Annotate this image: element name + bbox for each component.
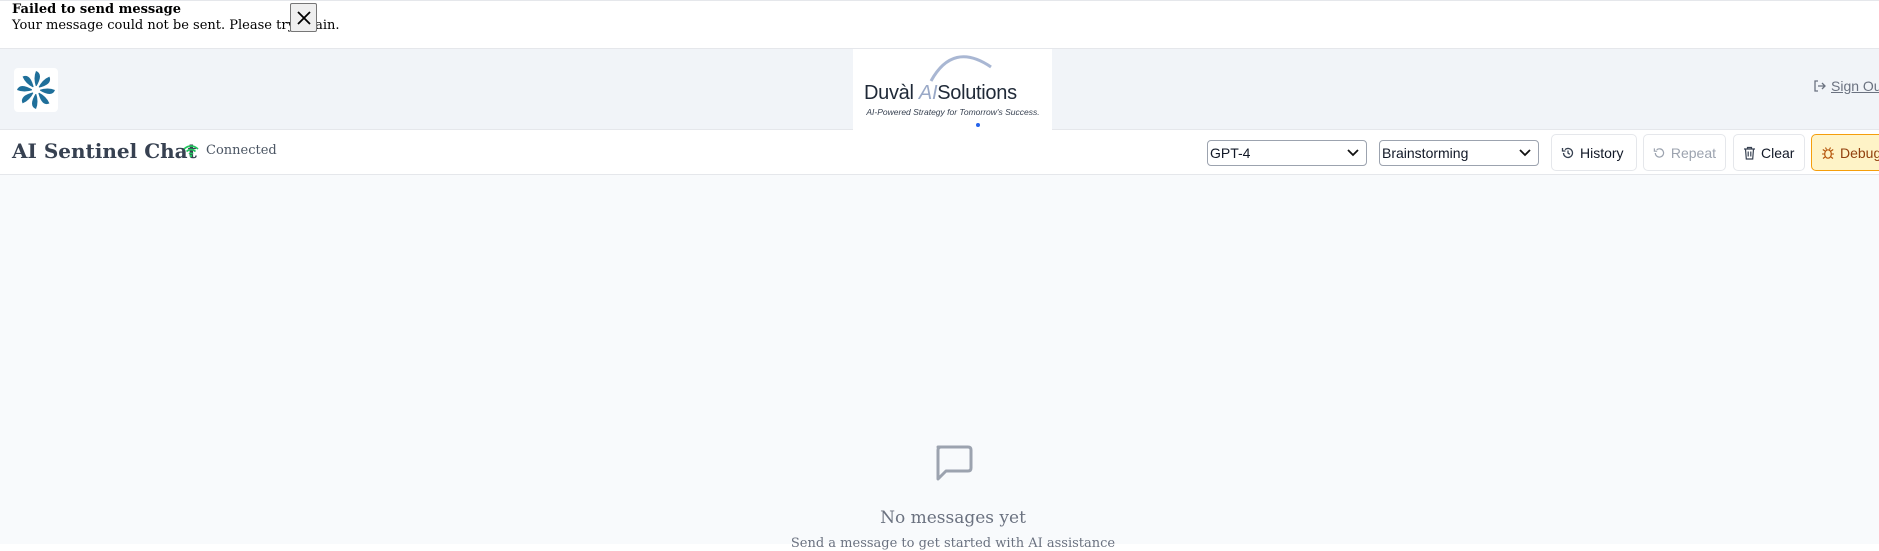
wifi-icon — [183, 144, 199, 157]
brand-tagline: AI-Powered Strategy for Tomorrow's Succe… — [866, 107, 1040, 117]
error-toast: Failed to send message Your message coul… — [0, 0, 1879, 49]
app-logo[interactable] — [14, 68, 58, 112]
chevron-down-icon — [1347, 149, 1359, 157]
debug-button[interactable]: Debug — [1811, 134, 1879, 171]
mode-select-value: Brainstorming — [1382, 145, 1469, 161]
empty-state-title: No messages yet — [880, 508, 1026, 528]
rotate-icon — [1653, 147, 1665, 158]
page-title: AI Sentinel Chat — [12, 139, 197, 163]
repeat-label: Repeat — [1670, 144, 1716, 161]
model-select-value: GPT-4 — [1210, 145, 1251, 161]
chevron-down-icon — [1519, 149, 1531, 157]
connection-status: Connected — [183, 143, 277, 158]
trash-icon — [1744, 146, 1755, 160]
logout-icon — [1814, 80, 1826, 92]
bug-icon — [1822, 146, 1834, 159]
repeat-button[interactable]: Repeat — [1643, 134, 1726, 171]
sign-out-link[interactable]: Sign Out — [1813, 78, 1879, 94]
brand-logo: Duvàl AISolutions AI-Powered Strategy fo… — [853, 49, 1052, 130]
history-label: History — [1580, 144, 1624, 161]
pinwheel-logo-icon — [17, 71, 55, 109]
clear-button[interactable]: Clear — [1733, 134, 1805, 171]
brand-name: Duvàl AISolutions — [864, 82, 1017, 104]
mode-select[interactable]: Brainstorming — [1379, 140, 1539, 166]
message-square-icon — [936, 445, 973, 481]
debug-label: Debug — [1840, 144, 1879, 161]
history-button[interactable]: History — [1551, 134, 1637, 171]
toast-close-button[interactable] — [290, 3, 317, 32]
status-label: Connected — [206, 143, 277, 158]
model-select[interactable]: GPT-4 — [1207, 140, 1367, 166]
chat-messages-area — [0, 175, 1879, 544]
clear-label: Clear — [1761, 144, 1795, 161]
close-icon — [296, 10, 311, 25]
history-icon — [1561, 147, 1574, 158]
sign-out-label: Sign Out — [1831, 78, 1879, 94]
